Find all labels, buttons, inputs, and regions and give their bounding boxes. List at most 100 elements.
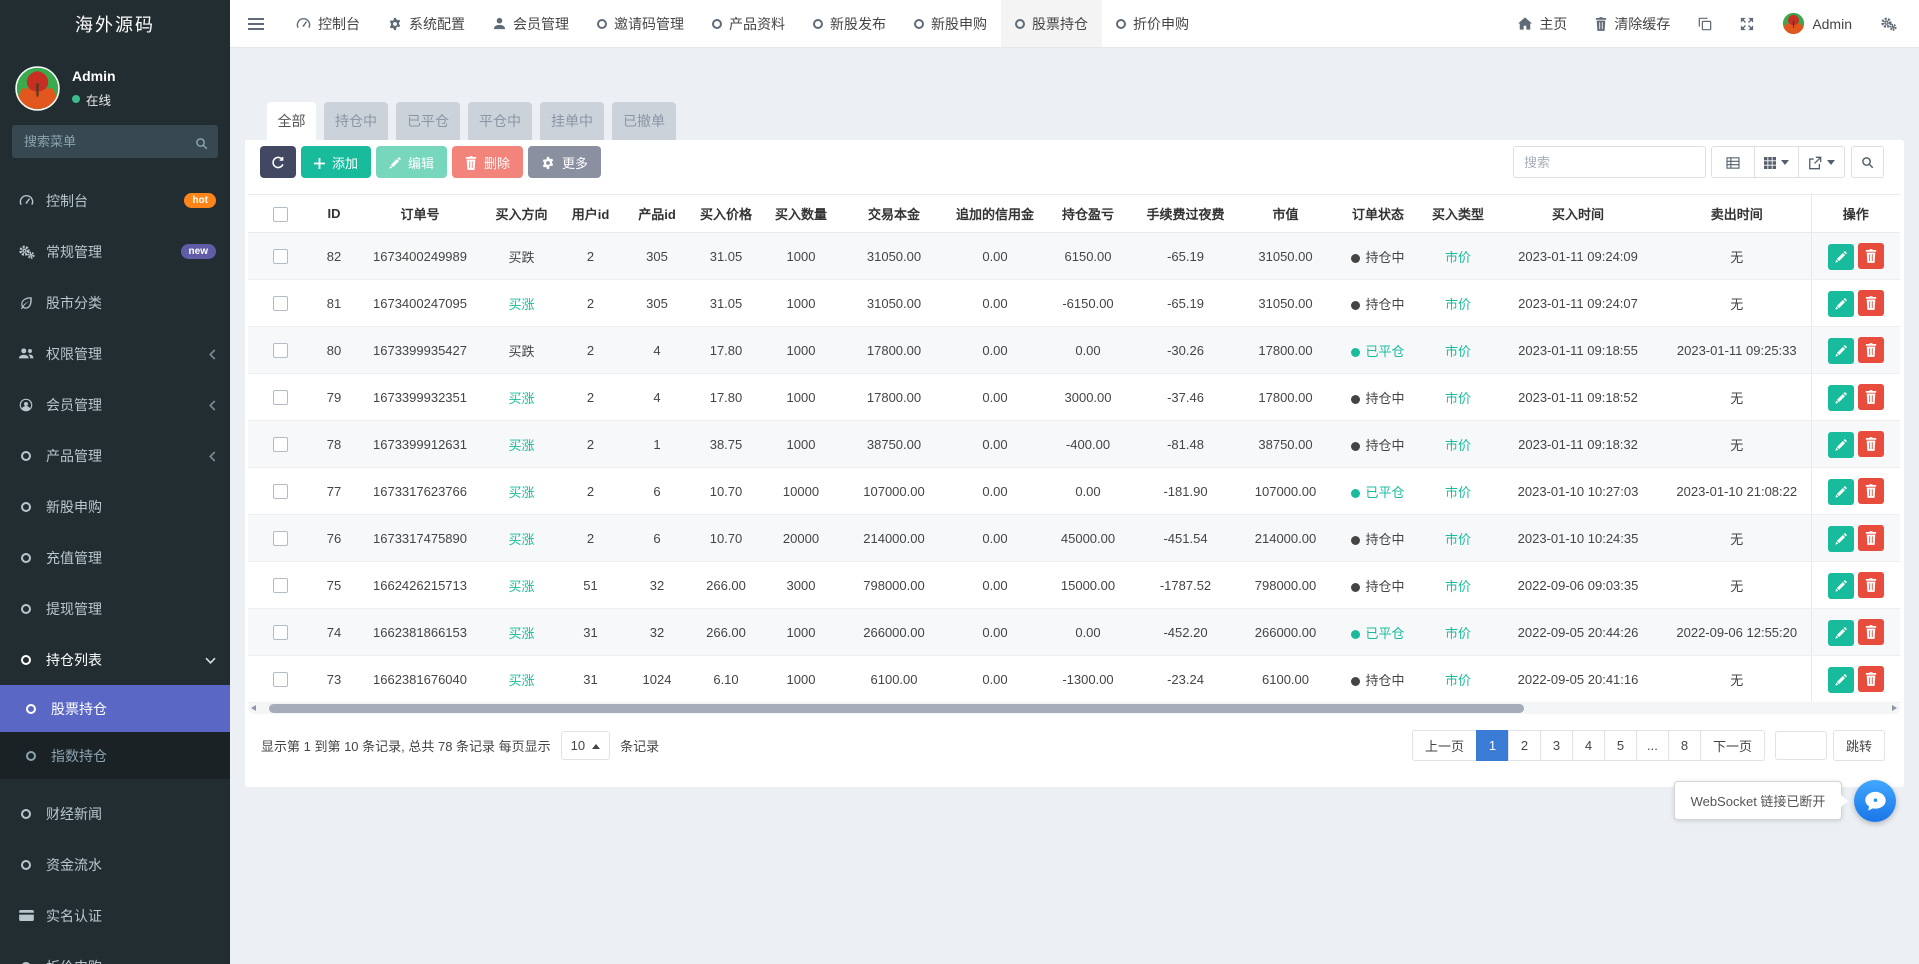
- more-button[interactable]: 更多: [528, 146, 601, 178]
- tab-all[interactable]: 全部: [267, 102, 316, 140]
- export-button[interactable]: [1798, 146, 1845, 178]
- edit-row-button[interactable]: [1828, 291, 1854, 317]
- tab-cancelled[interactable]: 已撤单: [612, 102, 676, 140]
- topnav-item-stock-position[interactable]: 股票持仓: [1001, 0, 1102, 47]
- delete-row-button[interactable]: [1858, 384, 1884, 410]
- delete-button[interactable]: 删除: [452, 146, 523, 178]
- tab-pending[interactable]: 挂单中: [540, 102, 604, 140]
- row-checkbox[interactable]: [273, 625, 288, 640]
- sidebar-item-realname[interactable]: 实名认证: [0, 890, 230, 941]
- delete-row-button[interactable]: [1858, 572, 1884, 598]
- delete-row-button[interactable]: [1858, 666, 1884, 692]
- row-checkbox[interactable]: [273, 437, 288, 452]
- edit-row-button[interactable]: [1828, 526, 1854, 552]
- delete-row-button[interactable]: [1858, 243, 1884, 269]
- topnav-item-system-config[interactable]: 系统配置: [374, 0, 479, 47]
- sidebar-item-position-list[interactable]: 持仓列表: [0, 634, 230, 685]
- pagination-next[interactable]: 下一页: [1700, 730, 1765, 761]
- delete-row-button[interactable]: [1858, 525, 1884, 551]
- row-checkbox[interactable]: [273, 249, 288, 264]
- scroll-right-arrow-icon[interactable]: [1892, 705, 1897, 711]
- topnav-copy[interactable]: [1684, 0, 1726, 47]
- topnav-admin-user[interactable]: Admin: [1768, 0, 1866, 47]
- sidebar-item-stock-position[interactable]: 股票持仓: [0, 685, 230, 732]
- row-checkbox[interactable]: [273, 484, 288, 499]
- sidebar-item-general[interactable]: 常规管理new: [0, 226, 230, 277]
- delete-row-button[interactable]: [1858, 337, 1884, 363]
- tab-closed[interactable]: 已平仓: [396, 102, 460, 140]
- horizontal-scrollbar[interactable]: [248, 702, 1900, 714]
- edit-row-button[interactable]: [1828, 620, 1854, 646]
- sidebar-item-fund-flow[interactable]: 资金流水: [0, 839, 230, 890]
- delete-row-button[interactable]: [1858, 619, 1884, 645]
- sidebar-item-discount-buy[interactable]: 折价申购: [0, 941, 230, 964]
- pagination-page-5[interactable]: 5: [1604, 730, 1637, 761]
- sidebar-item-ipo-subscribe[interactable]: 新股申购: [0, 481, 230, 532]
- menu-search-input[interactable]: [12, 125, 218, 158]
- topnav-clear-cache[interactable]: 清除缓存: [1581, 0, 1684, 47]
- edit-row-button[interactable]: [1828, 573, 1854, 599]
- topnav-item-discount-buy[interactable]: 折价申购: [1102, 0, 1203, 47]
- sidebar-item-finance-news[interactable]: 财经新闻: [0, 788, 230, 839]
- sidebar-item-index-position[interactable]: 指数持仓: [0, 732, 230, 779]
- cell-buy-time: 2023-01-11 09:24:07: [1493, 280, 1663, 327]
- topnav-item-member[interactable]: 会员管理: [479, 0, 583, 47]
- topnav-fullscreen[interactable]: [1726, 0, 1768, 47]
- row-checkbox[interactable]: [273, 531, 288, 546]
- topnav-settings[interactable]: [1866, 0, 1911, 47]
- row-checkbox[interactable]: [273, 672, 288, 687]
- refresh-button[interactable]: [260, 146, 296, 178]
- pagination-page-4[interactable]: 4: [1572, 730, 1605, 761]
- edit-button[interactable]: 编辑: [376, 146, 447, 178]
- row-checkbox[interactable]: [273, 578, 288, 593]
- cell-market-value: 798000.00: [1238, 562, 1333, 609]
- delete-row-button[interactable]: [1858, 478, 1884, 504]
- pagination-page-8[interactable]: 8: [1668, 730, 1701, 761]
- add-button[interactable]: 添加: [301, 146, 371, 178]
- scroll-left-arrow-icon[interactable]: [251, 705, 256, 711]
- sidebar-item-withdraw[interactable]: 提现管理: [0, 583, 230, 634]
- sidebar-toggle-button[interactable]: [230, 0, 282, 47]
- topnav-item-ipo-subscribe[interactable]: 新股申购: [900, 0, 1001, 47]
- detail-view-button[interactable]: [1711, 146, 1755, 178]
- edit-row-button[interactable]: [1828, 432, 1854, 458]
- edit-row-button[interactable]: [1828, 385, 1854, 411]
- topnav-home[interactable]: 主页: [1504, 0, 1581, 47]
- edit-row-button[interactable]: [1828, 667, 1854, 693]
- sidebar-item-console[interactable]: 控制台hot: [0, 175, 230, 226]
- jump-button[interactable]: 跳转: [1833, 730, 1885, 761]
- chat-widget-button[interactable]: [1854, 780, 1896, 822]
- topnav-item-invite-code[interactable]: 邀请码管理: [583, 0, 698, 47]
- sidebar-item-market-category[interactable]: 股市分类: [0, 277, 230, 328]
- row-checkbox[interactable]: [273, 390, 288, 405]
- delete-row-button[interactable]: [1858, 290, 1884, 316]
- jump-page-input[interactable]: [1775, 731, 1827, 760]
- edit-row-button[interactable]: [1828, 479, 1854, 505]
- sidebar-item-recharge[interactable]: 充值管理: [0, 532, 230, 583]
- pagination-page-2[interactable]: 2: [1508, 730, 1541, 761]
- tab-holding[interactable]: 持仓中: [324, 102, 388, 140]
- edit-row-button[interactable]: [1828, 244, 1854, 270]
- pagination-page-1[interactable]: 1: [1476, 730, 1509, 761]
- sidebar-item-permission[interactable]: 权限管理: [0, 328, 230, 379]
- sidebar-item-member[interactable]: 会员管理: [0, 379, 230, 430]
- search-button[interactable]: [1851, 146, 1884, 178]
- topnav-item-console[interactable]: 控制台: [282, 0, 374, 47]
- topnav-item-product-info[interactable]: 产品资料: [698, 0, 799, 47]
- table-search-input[interactable]: [1513, 146, 1706, 178]
- select-all-checkbox[interactable]: [273, 207, 288, 222]
- row-checkbox[interactable]: [273, 296, 288, 311]
- scrollbar-thumb[interactable]: [269, 704, 1524, 713]
- tab-closing[interactable]: 平仓中: [468, 102, 532, 140]
- topnav-item-ipo-publish[interactable]: 新股发布: [799, 0, 900, 47]
- delete-row-button[interactable]: [1858, 431, 1884, 457]
- pagination-prev[interactable]: 上一页: [1412, 730, 1477, 761]
- columns-button[interactable]: [1754, 146, 1799, 178]
- row-checkbox[interactable]: [273, 343, 288, 358]
- sidebar-item-product[interactable]: 产品管理: [0, 430, 230, 481]
- page-size-select[interactable]: 10: [561, 731, 610, 760]
- pagination-page-3[interactable]: 3: [1540, 730, 1573, 761]
- edit-row-button[interactable]: [1828, 338, 1854, 364]
- circle-icon: [17, 809, 35, 819]
- cell-direction: 买涨: [485, 421, 558, 468]
